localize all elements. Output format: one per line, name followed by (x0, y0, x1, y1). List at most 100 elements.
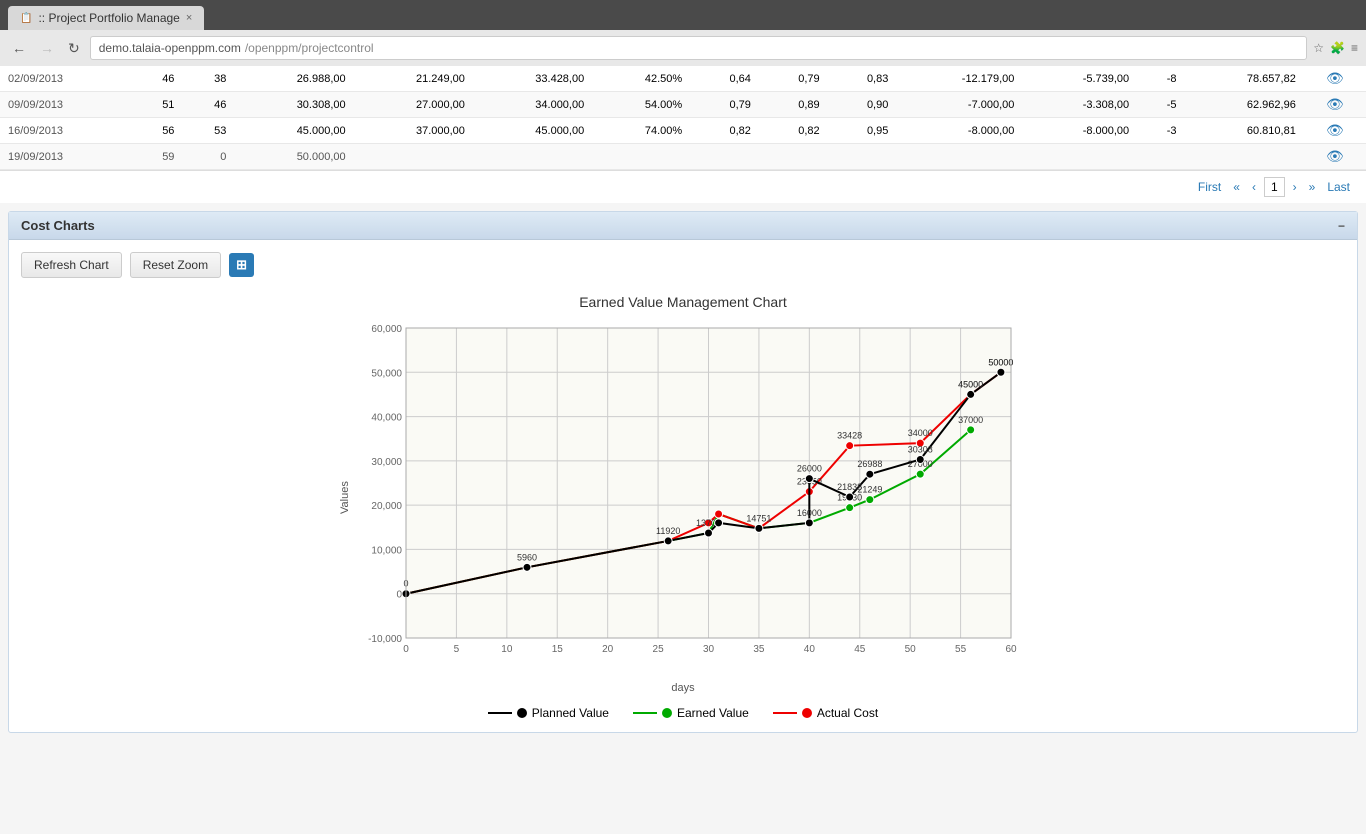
data-cell: -3.308,00 (1022, 92, 1137, 118)
x-axis-label: days (671, 682, 694, 694)
data-cell (473, 144, 592, 170)
svg-text:35: 35 (753, 644, 765, 655)
data-cell: 27.000,00 (354, 92, 473, 118)
data-cell: -8 (1137, 66, 1184, 92)
chart-inner: -10,000010,00020,00030,00040,00050,00060… (351, 318, 1031, 678)
svg-text:40,000: 40,000 (371, 413, 402, 424)
data-cell: 0,79 (690, 92, 759, 118)
data-cell: 54.00% (592, 92, 690, 118)
browser-nav-bar: ← → ↻ demo.talaia-openppm.com/openppm/pr… (0, 30, 1366, 66)
svg-text:40: 40 (804, 644, 816, 655)
prev-page-btn[interactable]: ‹ (1248, 178, 1260, 196)
row-view-btn[interactable]: 👁 (1326, 96, 1344, 113)
ac-line-icon (773, 712, 797, 714)
svg-text:16000: 16000 (797, 508, 822, 518)
extensions-icon[interactable]: 🧩 (1330, 41, 1345, 55)
svg-text:5: 5 (454, 644, 460, 655)
refresh-button[interactable]: ↻ (64, 38, 84, 59)
svg-text:60: 60 (1005, 644, 1017, 655)
chart-legend: Planned Value Earned Value Actual Cost (488, 706, 878, 720)
forward-button[interactable]: → (36, 38, 58, 58)
data-cell: -7.000,00 (896, 92, 1022, 118)
data-cell (1022, 144, 1137, 170)
svg-text:10,000: 10,000 (371, 545, 402, 556)
section-collapse-btn[interactable]: − (1338, 219, 1345, 233)
data-cell: -3 (1137, 118, 1184, 144)
svg-text:14751: 14751 (746, 513, 771, 523)
row-view-btn[interactable]: 👁 (1326, 148, 1344, 165)
data-cell: 46 (131, 66, 183, 92)
data-cell: 50.000,00 (234, 144, 353, 170)
svg-text:10: 10 (501, 644, 513, 655)
data-cell: -5.739,00 (1022, 66, 1137, 92)
back-button[interactable]: ← (8, 38, 30, 58)
row-view-btn[interactable]: 👁 (1326, 122, 1344, 139)
last-page-link[interactable]: Last (1323, 178, 1354, 196)
pv-dot-icon (517, 708, 527, 718)
url-path: /openppm/projectcontrol (245, 41, 374, 55)
chart-controls: Refresh Chart Reset Zoom ⊞ (21, 252, 1345, 278)
data-cell: 33.428,00 (473, 66, 592, 92)
eye-icon-cell: 👁 (1304, 118, 1366, 144)
data-cell: 0,89 (759, 92, 828, 118)
chart-wrapper: Values -10,000010,00020,00030,00040,0005… (335, 318, 1031, 678)
section-title: Cost Charts (21, 218, 95, 233)
table-row: 09/09/2013514630.308,0027.000,0034.000,0… (0, 92, 1366, 118)
legend-item-pv: Planned Value (488, 706, 609, 720)
eye-icon-cell: 👁 (1304, 144, 1366, 170)
svg-text:0: 0 (396, 590, 402, 601)
svg-text:26988: 26988 (857, 459, 882, 469)
svg-text:15: 15 (552, 644, 564, 655)
svg-text:45: 45 (854, 644, 866, 655)
svg-text:55: 55 (955, 644, 967, 655)
pv-line-icon (488, 712, 512, 714)
svg-text:20,000: 20,000 (371, 501, 402, 512)
next2-page-btn[interactable]: » (1305, 178, 1320, 196)
current-page: 1 (1264, 177, 1285, 197)
data-cell (896, 144, 1022, 170)
svg-text:20: 20 (602, 644, 614, 655)
chart-title: Earned Value Management Chart (579, 294, 787, 310)
svg-text:0: 0 (403, 644, 409, 655)
data-cell: 26.988,00 (234, 66, 353, 92)
data-cell (1137, 144, 1184, 170)
menu-icon[interactable]: ≡ (1351, 41, 1358, 55)
ev-label: Earned Value (677, 706, 749, 720)
svg-text:50,000: 50,000 (371, 368, 402, 379)
browser-tab[interactable]: 📋 :: Project Portfolio Manage × (8, 6, 204, 30)
data-cell: 0,83 (828, 66, 897, 92)
address-bar[interactable]: demo.talaia-openppm.com/openppm/projectc… (90, 36, 1308, 60)
reset-zoom-btn[interactable]: Reset Zoom (130, 252, 221, 278)
table-row: 19/09/201359050.000,00👁 (0, 144, 1366, 170)
chart-container: Earned Value Management Chart Values -10… (21, 294, 1345, 720)
tab-close-btn[interactable]: × (186, 12, 192, 24)
svg-text:-10,000: -10,000 (368, 634, 402, 645)
bookmark-icon[interactable]: ☆ (1313, 41, 1324, 55)
prev2-page-btn[interactable]: « (1229, 178, 1244, 196)
expand-chart-btn[interactable]: ⊞ (229, 253, 254, 277)
data-cell: 0 (182, 144, 234, 170)
svg-text:30308: 30308 (908, 444, 933, 454)
data-cell: -8.000,00 (896, 118, 1022, 144)
svg-text:60,000: 60,000 (371, 324, 402, 335)
refresh-chart-btn[interactable]: Refresh Chart (21, 252, 122, 278)
ev-line-icon (633, 712, 657, 714)
page-content: 02/09/2013463826.988,0021.249,0033.428,0… (0, 66, 1366, 834)
evm-chart: -10,000010,00020,00030,00040,00050,00060… (351, 318, 1031, 678)
data-cell: 0,82 (690, 118, 759, 144)
svg-text:45000: 45000 (958, 379, 983, 389)
ev-dot-icon (662, 708, 672, 718)
next-page-btn[interactable]: › (1289, 178, 1301, 196)
legend-item-ac: Actual Cost (773, 706, 878, 720)
data-cell: 51 (131, 92, 183, 118)
date-cell: 16/09/2013 (0, 118, 131, 144)
row-view-btn[interactable]: 👁 (1326, 70, 1344, 87)
data-cell: 45.000,00 (473, 118, 592, 144)
svg-text:5960: 5960 (517, 552, 537, 562)
first-page-link[interactable]: First (1194, 178, 1225, 196)
data-cell: 42.50% (592, 66, 690, 92)
data-cell: 74.00% (592, 118, 690, 144)
pv-label: Planned Value (532, 706, 609, 720)
data-cell (1185, 144, 1304, 170)
data-cell (690, 144, 759, 170)
